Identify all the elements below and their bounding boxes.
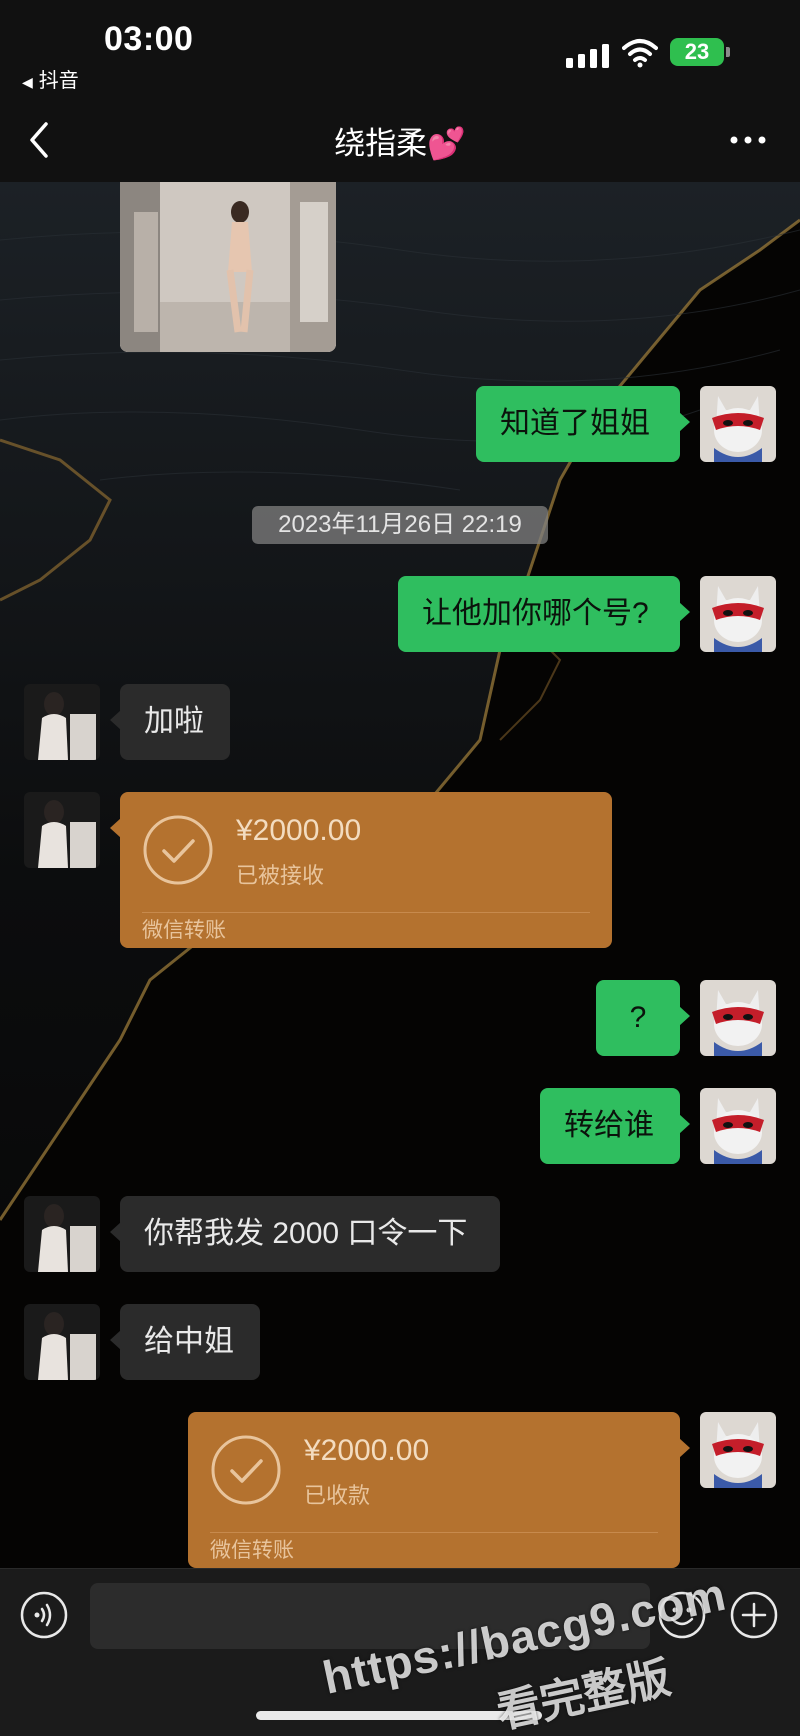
- battery-level: 23: [684, 39, 710, 64]
- contact-avatar[interactable]: [24, 684, 100, 760]
- chat-title: 绕指柔💕: [334, 126, 466, 161]
- check-circle-icon: [143, 815, 213, 885]
- my-avatar[interactable]: [700, 1412, 776, 1488]
- message-text: 让他加你哪个号?: [422, 597, 649, 630]
- my-avatar[interactable]: [700, 980, 776, 1056]
- contact-photo-avatar-icon: [24, 1196, 100, 1272]
- card-divider: [210, 1532, 658, 1533]
- contact-photo-avatar-icon: [24, 792, 100, 868]
- back-triangle-icon: ◀: [22, 74, 33, 90]
- back-to-app-link[interactable]: ◀ 抖音: [22, 64, 79, 93]
- received-message-bubble[interactable]: 加啦: [110, 684, 230, 760]
- chat-screen: 03:00 ◀ 抖音 23 绕指柔💕 知道了姐姐 2023年11月26日 22:…: [0, 0, 800, 1736]
- photo-thumbnail: [120, 182, 336, 352]
- chat-timestamp: 2023年11月26日 22:19: [252, 506, 548, 544]
- image-message[interactable]: [120, 182, 336, 352]
- message-text: ?: [629, 1001, 647, 1034]
- more-options-icon[interactable]: [724, 120, 772, 160]
- sent-message-bubble[interactable]: 知道了姐姐: [476, 386, 690, 462]
- message-input[interactable]: [90, 1583, 650, 1649]
- wechat-transfer-card[interactable]: ¥2000.00 已被接收 微信转账: [110, 792, 612, 948]
- input-bar: [0, 1568, 800, 1736]
- received-message-bubble[interactable]: 你帮我发 2000 口令一下: [110, 1196, 500, 1272]
- contact-photo-avatar-icon: [24, 684, 100, 760]
- check-circle-icon: [211, 1435, 281, 1505]
- wechat-transfer-card[interactable]: ¥2000.00 已收款 微信转账: [188, 1412, 690, 1568]
- signal-icon: [566, 44, 609, 68]
- transfer-label: 微信转账: [210, 1539, 294, 1562]
- message-text: 知道了姐姐: [500, 407, 650, 440]
- contact-avatar[interactable]: [24, 1304, 100, 1380]
- message-text: 给中姐: [144, 1325, 234, 1358]
- nav-bar: 绕指柔💕: [0, 100, 800, 182]
- message-text: 加啦: [144, 705, 204, 738]
- contact-photo-avatar-icon: [24, 1304, 100, 1380]
- cat-mask-avatar-icon: [700, 576, 776, 652]
- contact-avatar[interactable]: [24, 1196, 100, 1272]
- sent-message-bubble[interactable]: 让他加你哪个号?: [398, 576, 690, 652]
- plus-icon[interactable]: [730, 1591, 778, 1639]
- cat-mask-avatar-icon: [700, 1088, 776, 1164]
- sent-message-bubble[interactable]: ?: [596, 980, 690, 1056]
- transfer-amount: ¥2000.00: [236, 814, 362, 847]
- received-message-bubble[interactable]: 给中姐: [110, 1304, 260, 1380]
- voice-input-icon[interactable]: [20, 1591, 68, 1639]
- status-bar: 03:00 ◀ 抖音 23: [0, 0, 800, 100]
- my-avatar[interactable]: [700, 1088, 776, 1164]
- message-text: 你帮我发 2000 口令一下: [144, 1217, 468, 1250]
- transfer-status: 已被接收: [236, 863, 325, 888]
- wifi-icon: [622, 39, 658, 68]
- card-divider: [142, 912, 590, 913]
- cat-mask-avatar-icon: [700, 980, 776, 1056]
- transfer-amount: ¥2000.00: [304, 1434, 430, 1467]
- message-text: 转给谁: [564, 1109, 654, 1142]
- emoji-icon[interactable]: [658, 1591, 706, 1639]
- contact-avatar[interactable]: [24, 792, 100, 868]
- back-app-label: 抖音: [38, 70, 79, 92]
- cat-mask-avatar-icon: [700, 386, 776, 462]
- battery-icon: 23: [670, 38, 730, 66]
- transfer-label: 微信转账: [142, 919, 226, 942]
- my-avatar[interactable]: [700, 576, 776, 652]
- sent-message-bubble[interactable]: 转给谁: [540, 1088, 690, 1164]
- my-avatar[interactable]: [700, 386, 776, 462]
- home-indicator[interactable]: [256, 1711, 542, 1720]
- status-time: 03:00: [104, 20, 194, 58]
- transfer-status: 已收款: [304, 1483, 371, 1508]
- cat-mask-avatar-icon: [700, 1412, 776, 1488]
